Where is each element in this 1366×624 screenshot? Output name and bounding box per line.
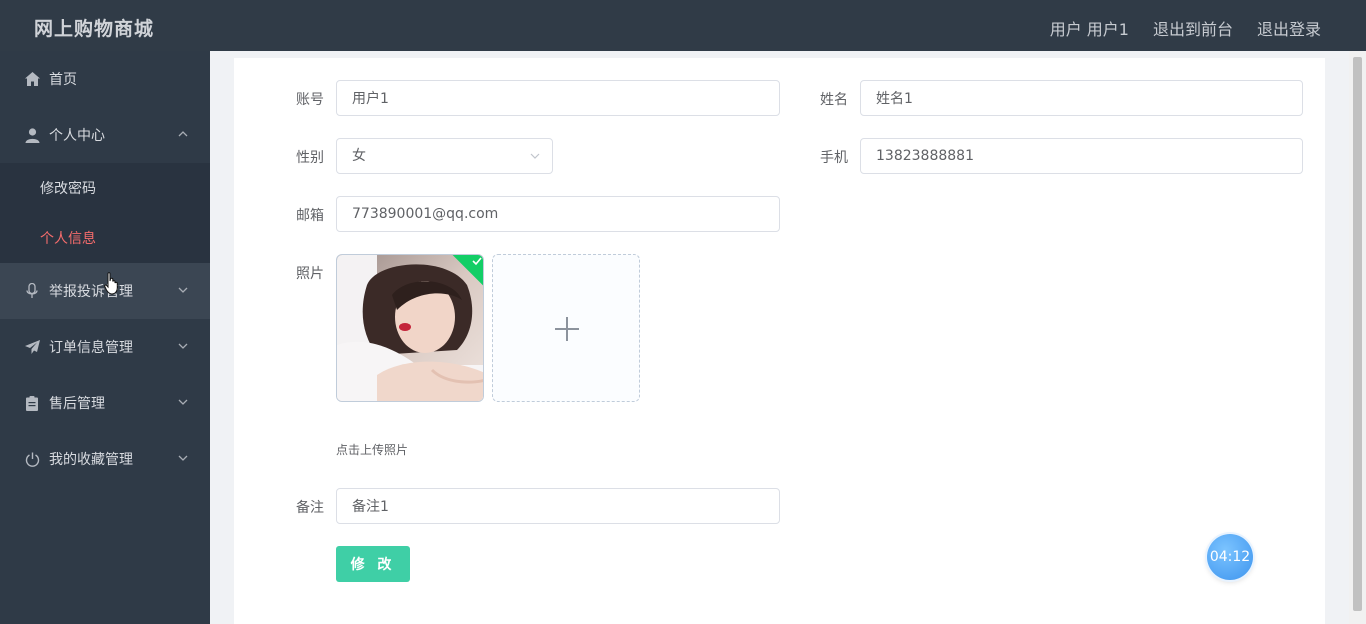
plus-icon-vertical (566, 317, 568, 341)
phone-input[interactable] (860, 138, 1303, 174)
account-label: 账号 (296, 92, 324, 108)
sidebar-item-label: 售后管理 (49, 396, 105, 412)
power-icon (24, 451, 40, 467)
microphone-icon (24, 283, 40, 299)
sidebar-item-home[interactable]: 首页 (0, 51, 210, 107)
clipboard-icon (24, 395, 40, 411)
sidebar: 首页 个人中心 修改密码 个人信息 举报投诉管理 订单信息管理 售后管理 我的收… (0, 51, 210, 624)
chevron-down-icon (178, 287, 188, 293)
timer-badge[interactable]: 04:12 (1207, 534, 1253, 580)
scrollbar-thumb[interactable] (1353, 57, 1362, 611)
sidebar-item-label: 我的收藏管理 (49, 452, 133, 468)
name-input[interactable] (860, 80, 1303, 116)
sidebar-item-label: 举报投诉管理 (49, 284, 133, 300)
site-title: 网上购物商城 (34, 18, 155, 40)
chevron-down-icon (178, 455, 188, 461)
sidebar-item-label: 个人中心 (49, 128, 105, 144)
chevron-down-icon (178, 343, 188, 349)
remark-input[interactable] (336, 488, 780, 524)
sidebar-item-personal-info[interactable]: 个人信息 (0, 213, 210, 263)
photo-upload-button[interactable] (492, 254, 640, 402)
portrait-photo (337, 255, 483, 401)
email-label: 邮箱 (296, 208, 324, 224)
photo-label: 照片 (296, 266, 324, 282)
home-icon (24, 71, 40, 87)
sidebar-item-personal-center[interactable]: 个人中心 (0, 107, 210, 163)
paper-plane-icon (24, 339, 40, 355)
check-icon (472, 257, 482, 266)
sidebar-item-label: 订单信息管理 (49, 340, 133, 356)
personal-center-submenu: 修改密码 个人信息 (0, 163, 210, 263)
uploaded-photo[interactable] (336, 254, 484, 402)
chevron-down-icon (178, 399, 188, 405)
header-links: 用户 用户1 退出到前台 退出登录 (1050, 16, 1321, 40)
user-icon (24, 127, 40, 143)
logout-link[interactable]: 退出登录 (1257, 16, 1321, 40)
sidebar-item-change-password[interactable]: 修改密码 (0, 163, 210, 213)
page-scrollbar[interactable] (1349, 51, 1366, 624)
account-input[interactable] (336, 80, 780, 116)
chevron-down-icon (530, 153, 540, 159)
submit-modify-button[interactable]: 修 改 (336, 546, 410, 582)
name-label: 姓名 (820, 92, 848, 108)
chevron-up-icon (178, 131, 188, 137)
phone-label: 手机 (820, 150, 848, 166)
current-user-label[interactable]: 用户 用户1 (1050, 16, 1129, 40)
gender-selected-value: 女 (352, 148, 366, 164)
email-input[interactable] (336, 196, 780, 232)
exit-to-front-link[interactable]: 退出到前台 (1153, 16, 1233, 40)
gender-select[interactable]: 女 (336, 138, 553, 174)
upload-photo-tip: 点击上传照片 (336, 443, 409, 457)
sidebar-item-after-sales[interactable]: 售后管理 (0, 375, 210, 431)
sidebar-item-label: 首页 (49, 72, 77, 88)
remark-label: 备注 (296, 500, 324, 516)
sidebar-item-orders[interactable]: 订单信息管理 (0, 319, 210, 375)
sidebar-item-favorites[interactable]: 我的收藏管理 (0, 431, 210, 487)
hand-cursor-icon (104, 272, 118, 295)
top-header: 网上购物商城 用户 用户1 退出到前台 退出登录 (0, 0, 1366, 51)
gender-label: 性别 (296, 150, 324, 166)
